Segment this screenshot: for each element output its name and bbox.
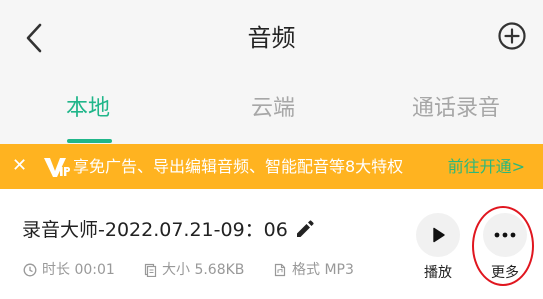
vip-banner[interactable]: ✕ 享免广告、导出编辑音频、智能配音等8大特权 前往开通> [0,144,543,189]
more-button[interactable] [483,213,527,257]
duration-text: 时长 00:01 [42,262,115,278]
recording-list-item[interactable]: 录音大师-2022.07.21-09：06 时长 00:01 大小 5.68KB… [0,189,543,299]
file-size-icon [144,263,157,277]
tab-local[interactable]: 本地 [66,94,110,124]
size-text: 大小 5.68KB [162,262,245,278]
file-format-icon [274,263,286,277]
format-info: 格式 MP3 [273,261,354,279]
back-arrow-icon [26,23,42,53]
edit-icon[interactable] [293,218,315,240]
tab-call-recording[interactable]: 通话录音 [412,94,500,124]
play-button[interactable] [416,213,460,257]
tab-cloud[interactable]: 云端 [251,94,295,124]
play-icon [433,227,445,243]
vip-promo-text: 享免广告、导出编辑音频、智能配音等8大特权 [73,157,404,176]
size-info: 大小 5.68KB [143,261,244,279]
recording-name: 录音大师-2022.07.21-09：06 [22,219,288,241]
vip-open-link[interactable]: 前往开通> [448,156,525,178]
page-title: 音频 [247,24,296,52]
duration-info: 时长 00:01 [23,261,115,279]
clock-icon [23,263,37,277]
top-bar: 音频 [0,0,543,82]
play-label: 播放 [424,265,452,281]
add-button[interactable] [497,21,527,51]
more-label: 更多 [491,265,519,281]
vip-icon [44,158,70,177]
tab-bar: 本地 云端 通话录音 [0,82,543,144]
active-tab-indicator [67,139,112,143]
more-dots-icon [494,232,516,238]
close-icon[interactable]: ✕ [12,155,27,177]
back-button[interactable] [16,20,52,56]
format-text: 格式 MP3 [292,262,354,278]
add-circle-icon [498,22,526,50]
